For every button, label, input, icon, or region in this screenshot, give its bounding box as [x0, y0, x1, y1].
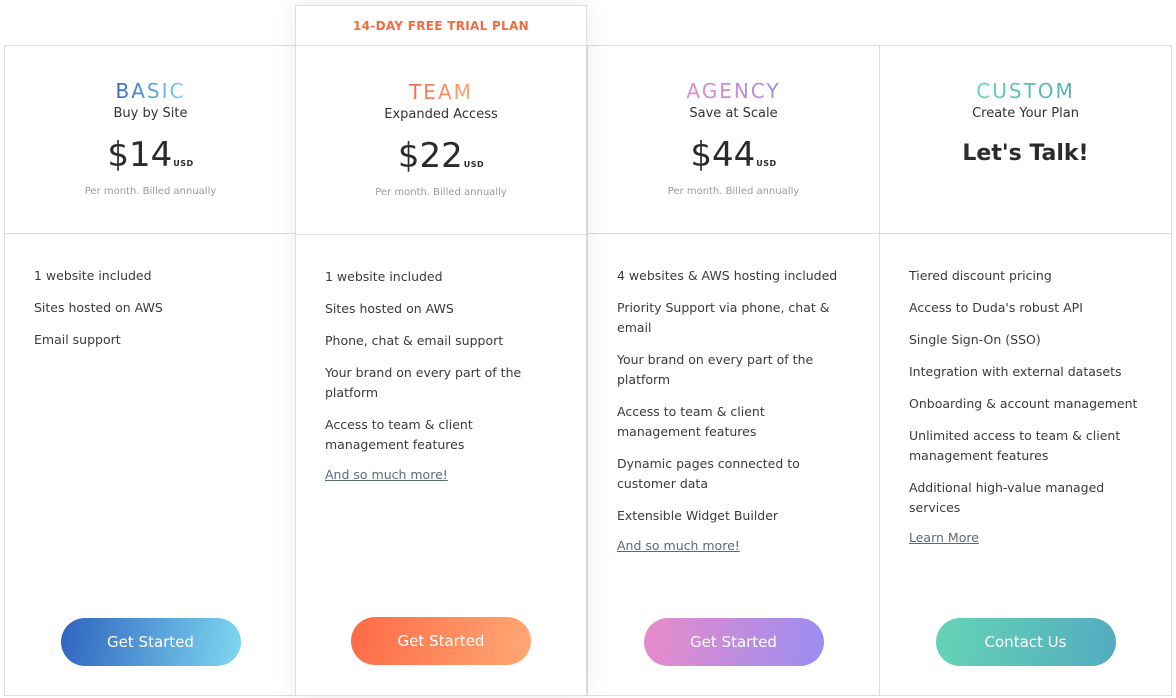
feature-item: Onboarding & account management — [909, 396, 1138, 411]
plan-card-basic: BASIC Buy by Site $14USD Per month. Bille… — [4, 45, 296, 696]
feature-item: Phone, chat & email support — [325, 333, 504, 348]
plan-name: BASIC — [115, 79, 186, 103]
plan-header: BASIC Buy by Site $14USD Per month. Bille… — [5, 45, 296, 234]
plan-name: CUSTOM — [976, 79, 1075, 103]
currency: USD — [756, 159, 777, 168]
billing-note: Per month. Billed annually — [84, 186, 217, 197]
learn-more-link[interactable]: Learn More — [909, 528, 1171, 548]
billing-note: Per month. Billed annually — [375, 187, 507, 198]
price-amount: $14 — [107, 135, 173, 175]
plan-price: $14USD — [5, 133, 296, 186]
plan-subtitle: Save at Scale — [689, 106, 778, 121]
plan-header: TEAM Expanded Access $22USD Per month. Bi… — [296, 46, 586, 235]
plan-card-agency: AGENCY Save at Scale $44USD Per month. Bi… — [587, 45, 879, 696]
feature-item: Sites hosted on AWS — [325, 301, 454, 316]
feature-item: 4 websites & AWS hosting included — [617, 268, 838, 283]
feature-item: Sites hosted on AWS — [34, 300, 163, 315]
plan-card-custom: CUSTOM Create Your Plan Let's Talk! Tiered… — [879, 45, 1171, 696]
feature-item: Priority Support via phone, chat & email — [617, 300, 830, 335]
plan-price: $22USD — [296, 134, 586, 187]
feature-item: Tiered discount pricing — [909, 268, 1052, 283]
feature-item: Your brand on every part of the platform — [617, 352, 814, 387]
feature-item: Single Sign-On (SSO) — [909, 332, 1041, 347]
price-amount: $22 — [397, 136, 463, 176]
more-features-link[interactable]: And so much more! — [617, 536, 879, 556]
get-started-button[interactable]: Get Started — [351, 617, 531, 665]
price-amount: $44 — [690, 135, 756, 175]
plan-subtitle: Expanded Access — [384, 107, 498, 122]
feature-item: Your brand on every part of the platform — [325, 365, 522, 400]
feature-list: 4 websites & AWS hosting included Priorit… — [588, 234, 879, 526]
feature-item: Email support — [34, 332, 121, 347]
feature-item: 1 website included — [325, 269, 443, 284]
plan-card-team: 14-DAY FREE TRIAL PLAN TEAM Expanded Acc… — [295, 5, 587, 696]
plan-price-text: Let's Talk! — [962, 141, 1089, 166]
feature-item: Extensible Widget Builder — [617, 508, 779, 523]
plan-price: $44USD — [588, 133, 879, 186]
feature-item: Access to team & client management featu… — [325, 417, 473, 452]
more-features-link[interactable]: And so much more! — [325, 465, 586, 485]
feature-item: Access to Duda's robust API — [909, 300, 1083, 315]
plan-name: AGENCY — [686, 79, 781, 103]
currency: USD — [173, 159, 194, 168]
currency: USD — [463, 160, 485, 169]
get-started-button[interactable]: Get Started — [643, 618, 824, 666]
feature-item: Unlimited access to team & client manage… — [909, 428, 1121, 463]
trial-banner: 14-DAY FREE TRIAL PLAN — [296, 6, 586, 46]
feature-item: Integration with external datasets — [909, 364, 1122, 379]
feature-item: Additional high-value managed services — [909, 480, 1105, 515]
feature-item: Access to team & client management featu… — [617, 404, 765, 439]
feature-list: Tiered discount pricing Access to Duda's … — [880, 234, 1171, 518]
plan-subtitle: Buy by Site — [113, 106, 188, 121]
get-started-button[interactable]: Get Started — [60, 618, 241, 666]
feature-item: 1 website included — [34, 268, 152, 283]
plan-name: TEAM — [409, 80, 473, 104]
plan-subtitle: Create Your Plan — [972, 106, 1079, 121]
billing-note: Per month. Billed annually — [667, 186, 800, 197]
feature-list: 1 website included Sites hosted on AWS Ema… — [5, 234, 296, 350]
feature-item: Dynamic pages connected to customer data — [617, 456, 800, 491]
contact-us-button[interactable]: Contact Us — [935, 618, 1116, 666]
feature-list: 1 website included Sites hosted on AWS Pho… — [296, 235, 586, 455]
plan-header: CUSTOM Create Your Plan Let's Talk! — [880, 45, 1171, 234]
plan-header: AGENCY Save at Scale $44USD Per month. Bi… — [588, 45, 879, 234]
